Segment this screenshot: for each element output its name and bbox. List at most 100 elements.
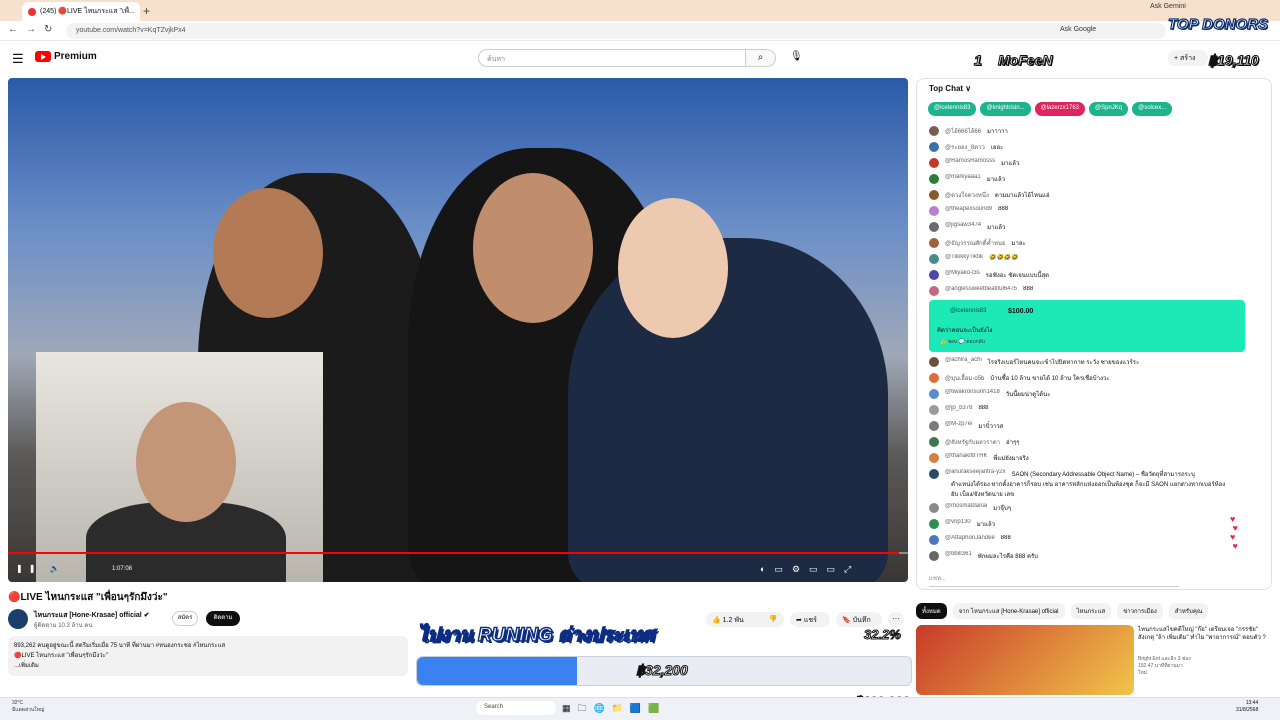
ask-gemini-button[interactable]: Ask Gemini: [1150, 3, 1186, 10]
superchat-actions[interactable]: 👍 ชอบ 💬 ตอบกลับ: [940, 338, 985, 346]
chat-text: ตามมาแล้วไอ้ไหนแอ่: [994, 193, 1050, 199]
channel-avatar[interactable]: [8, 609, 28, 629]
chat-message[interactable]: @anurakseejantra-y2x SAON (Secondary Addr…: [929, 469, 1249, 479]
chat-author[interactable]: @achira_achi: [945, 357, 982, 363]
chat-author[interactable]: @anurakseejantra-y2x: [945, 469, 1005, 475]
chat-author[interactable]: @bbill361: [945, 551, 972, 557]
chat-author[interactable]: @jp_b378: [945, 405, 972, 411]
dislike-button[interactable]: 👎: [762, 612, 784, 627]
chat-author[interactable]: @jigsaw3474: [945, 222, 981, 228]
chat-author[interactable]: @ธัญวรรณศักดิ์ค้ำหนย: [945, 238, 1006, 248]
chat-message[interactable]: @สังหรัฐกับผลวราตา ฮ่าๆๆ: [929, 437, 1249, 447]
related-video-thumbnail[interactable]: [916, 625, 1134, 695]
chat-author[interactable]: @vrip130: [945, 519, 971, 525]
chat-message[interactable]: @ธัญวรรณศักดิ์ค้ำหนย มาละ: [929, 238, 1249, 248]
related-video-title[interactable]: ไหนกระแสไขคดีใหญ่ "ก๊อ" เตรียมเจอ "กรรชั…: [1138, 626, 1272, 642]
chat-author[interactable]: @anglessweetbeatiful6475: [945, 286, 1017, 292]
chat-message[interactable]: @theapexsound9 888: [929, 206, 1249, 216]
chat-author[interactable]: @ระยอง_8ดาว: [945, 142, 985, 152]
chat-message[interactable]: ยับ เบ็อง/จังหวัดนาย เลข: [929, 489, 1249, 499]
chat-message[interactable]: @achira_achi ไรจริงเบอร์ไหนคนจะเข้าไปปิดห…: [929, 357, 1249, 367]
chat-message[interactable]: @RamosRamosss มาแล้ว: [929, 158, 1249, 168]
avatar: [929, 190, 939, 200]
like-button[interactable]: 👍 1.2 พัน: [706, 612, 762, 627]
chat-message[interactable]: @ดวงใจดวงหนึ่ง ตามมาแล้วไอ้ไหนแอ่: [929, 190, 1249, 200]
chat-author[interactable]: @tiwakronsurin1418: [945, 389, 1000, 395]
chat-message[interactable]: @tiwakronsurin1418 วันนี้ผมน่าดูได้นะ: [929, 389, 1249, 399]
weather-widget[interactable]: 32°C มีแดดส่วนใหญ่: [12, 700, 44, 714]
description-more-link[interactable]: ...เพิ่มเติม: [14, 661, 402, 671]
chat-message[interactable]: @M-zp7ei มาบิ๋วาวส: [929, 421, 1249, 431]
chat-message[interactable]: @AttaphonJandee 888: [929, 535, 1249, 545]
chat-message[interactable]: @TikikkyTiktik 🤣🤣🤣🤣: [929, 254, 1249, 264]
browser-nav-icons[interactable]: ←→↻: [8, 24, 60, 35]
related-filter-tab[interactable]: สำหรับคุณ: [1168, 603, 1209, 619]
chat-message[interactable]: @mosmatdanai มาจุ๊บๆ: [929, 503, 1249, 513]
chat-message[interactable]: @มุนเอื้อม-o5b บ้านซื้อ 10 ล้าน ขายได้ 10…: [929, 373, 1249, 383]
chat-author[interactable]: @ดวงใจดวงหนึ่ง: [945, 190, 989, 200]
chat-author[interactable]: @thanakit8THK: [945, 453, 987, 459]
chat-author[interactable]: @markyaaa1: [945, 174, 981, 180]
subscribe-button[interactable]: ติดตาม: [206, 611, 240, 626]
new-tab-button[interactable]: +: [143, 4, 150, 18]
chat-pinned-user[interactable]: @icetennis83: [928, 102, 977, 116]
video-player[interactable]: [8, 78, 908, 582]
chat-author[interactable]: @มุนเอื้อม-o5b: [945, 373, 984, 383]
chat-author[interactable]: @Miyako-l3s: [945, 270, 980, 276]
chat-author[interactable]: @สังหรัฐกับผลวราตา: [945, 437, 1000, 447]
join-button[interactable]: สมัคร: [172, 611, 198, 626]
more-actions-button[interactable]: ···: [888, 612, 904, 627]
taskbar-search[interactable]: Search: [476, 701, 556, 715]
taskbar-clock[interactable]: 13:44 31/8/2568: [1236, 700, 1258, 714]
chat-author[interactable]: @AttaphonJandee: [945, 535, 995, 541]
chat-message[interactable]: @thanakit8THK พี่แม่ยังมาจริง: [929, 453, 1249, 463]
chat-author[interactable]: @M-zp7ei: [945, 421, 972, 427]
browser-tab[interactable]: (245) 🔴LIVE ไหนกระแส "เพื่...: [22, 2, 140, 21]
chat-author[interactable]: @theapexsound9: [945, 206, 992, 212]
menu-icon[interactable]: ☰: [12, 51, 24, 67]
chat-message[interactable]: @jp_b378 888: [929, 405, 1249, 415]
chat-author[interactable]: @ไอ้666ไอ้66: [945, 126, 981, 136]
related-filter-tab[interactable]: ข่าวการเมือง: [1117, 603, 1163, 619]
chat-message[interactable]: @anglessweetbeatiful6475 888: [929, 286, 1249, 296]
chat-author[interactable]: @mosmatdanai: [945, 503, 987, 509]
create-button[interactable]: + สร้าง: [1168, 50, 1208, 66]
youtube-logo[interactable]: Premium: [35, 51, 97, 62]
video-person-left-head: [213, 188, 323, 318]
microphone-icon[interactable]: 🎙: [790, 51, 803, 62]
chat-pinned-user[interactable]: @lazerzx1763: [1034, 102, 1086, 116]
weather-temp: 32°C: [12, 700, 24, 706]
chat-pinned-user[interactable]: @SpnJKq: [1089, 102, 1129, 116]
description-box[interactable]: 893,262 คนดูอยู่ขณะนี้ สตรีมเริ่มเมื่อ 7…: [8, 636, 408, 676]
chat-message[interactable]: ตำแหน่งได้รอง หากตั้งอาคารก็รอบ เช่น อาค…: [929, 479, 1249, 489]
related-filter-tab[interactable]: ไหนกระแส: [1070, 603, 1112, 619]
chat-message[interactable]: @vrip130 มาแล้ว: [929, 519, 1249, 529]
search-input[interactable]: ค้นหา: [478, 49, 746, 67]
chat-pinned-user[interactable]: @knightrisin...: [980, 102, 1031, 116]
search-icon[interactable]: ⌕: [746, 49, 776, 67]
chat-message[interactable]: @bbill361 พักผมละไรคือ 888 ครับ: [929, 551, 1249, 561]
play-pause-volume-icons[interactable]: ❚❚ 🔊: [16, 564, 66, 573]
avatar: [929, 489, 939, 499]
chat-pinned-user[interactable]: @solcex...: [1132, 102, 1173, 116]
share-button[interactable]: ➦ แชร์: [790, 612, 830, 627]
chat-message[interactable]: @ไอ้666ไอ้66 มาาาาา: [929, 126, 1249, 136]
player-right-control-icons[interactable]: ◐▭⚙▭▭⤢: [760, 564, 860, 575]
save-button[interactable]: 🔖 บันทึก: [836, 612, 882, 627]
avatar: [929, 206, 939, 216]
chat-message[interactable]: @ระยอง_8ดาว เยอะ: [929, 142, 1249, 152]
chat-author[interactable]: @TikikkyTiktik: [945, 254, 983, 260]
chat-mode-dropdown[interactable]: Top Chat ∨: [929, 84, 971, 93]
related-filter-tab[interactable]: จาก ไหนกระแส [Hone-Krasae] official: [952, 603, 1065, 619]
chat-message[interactable]: @jigsaw3474 มาแล้ว: [929, 222, 1249, 232]
chat-text: ยับ เบ็อง/จังหวัดนาย เลข: [951, 492, 1015, 498]
related-filter-tab[interactable]: ทั้งหมด: [916, 603, 947, 619]
taskbar-app-icons[interactable]: ▦🗀🌐📁🟦🟩: [562, 701, 666, 717]
ask-google-button[interactable]: Ask Google: [1060, 26, 1096, 33]
chat-author[interactable]: @RamosRamosss: [945, 158, 995, 164]
chat-message[interactable]: @Miyako-l3s รอฟังอะ ชัดเจนแบบนี้สุด: [929, 270, 1249, 280]
chat-message[interactable]: @markyaaa1 มาแล้ว: [929, 174, 1249, 184]
url-input[interactable]: youtube.com/watch?v=KqTZvjkPx4: [66, 23, 1166, 39]
chat-input[interactable]: แชท...: [929, 573, 1179, 587]
video-progress-fill: [8, 552, 899, 554]
